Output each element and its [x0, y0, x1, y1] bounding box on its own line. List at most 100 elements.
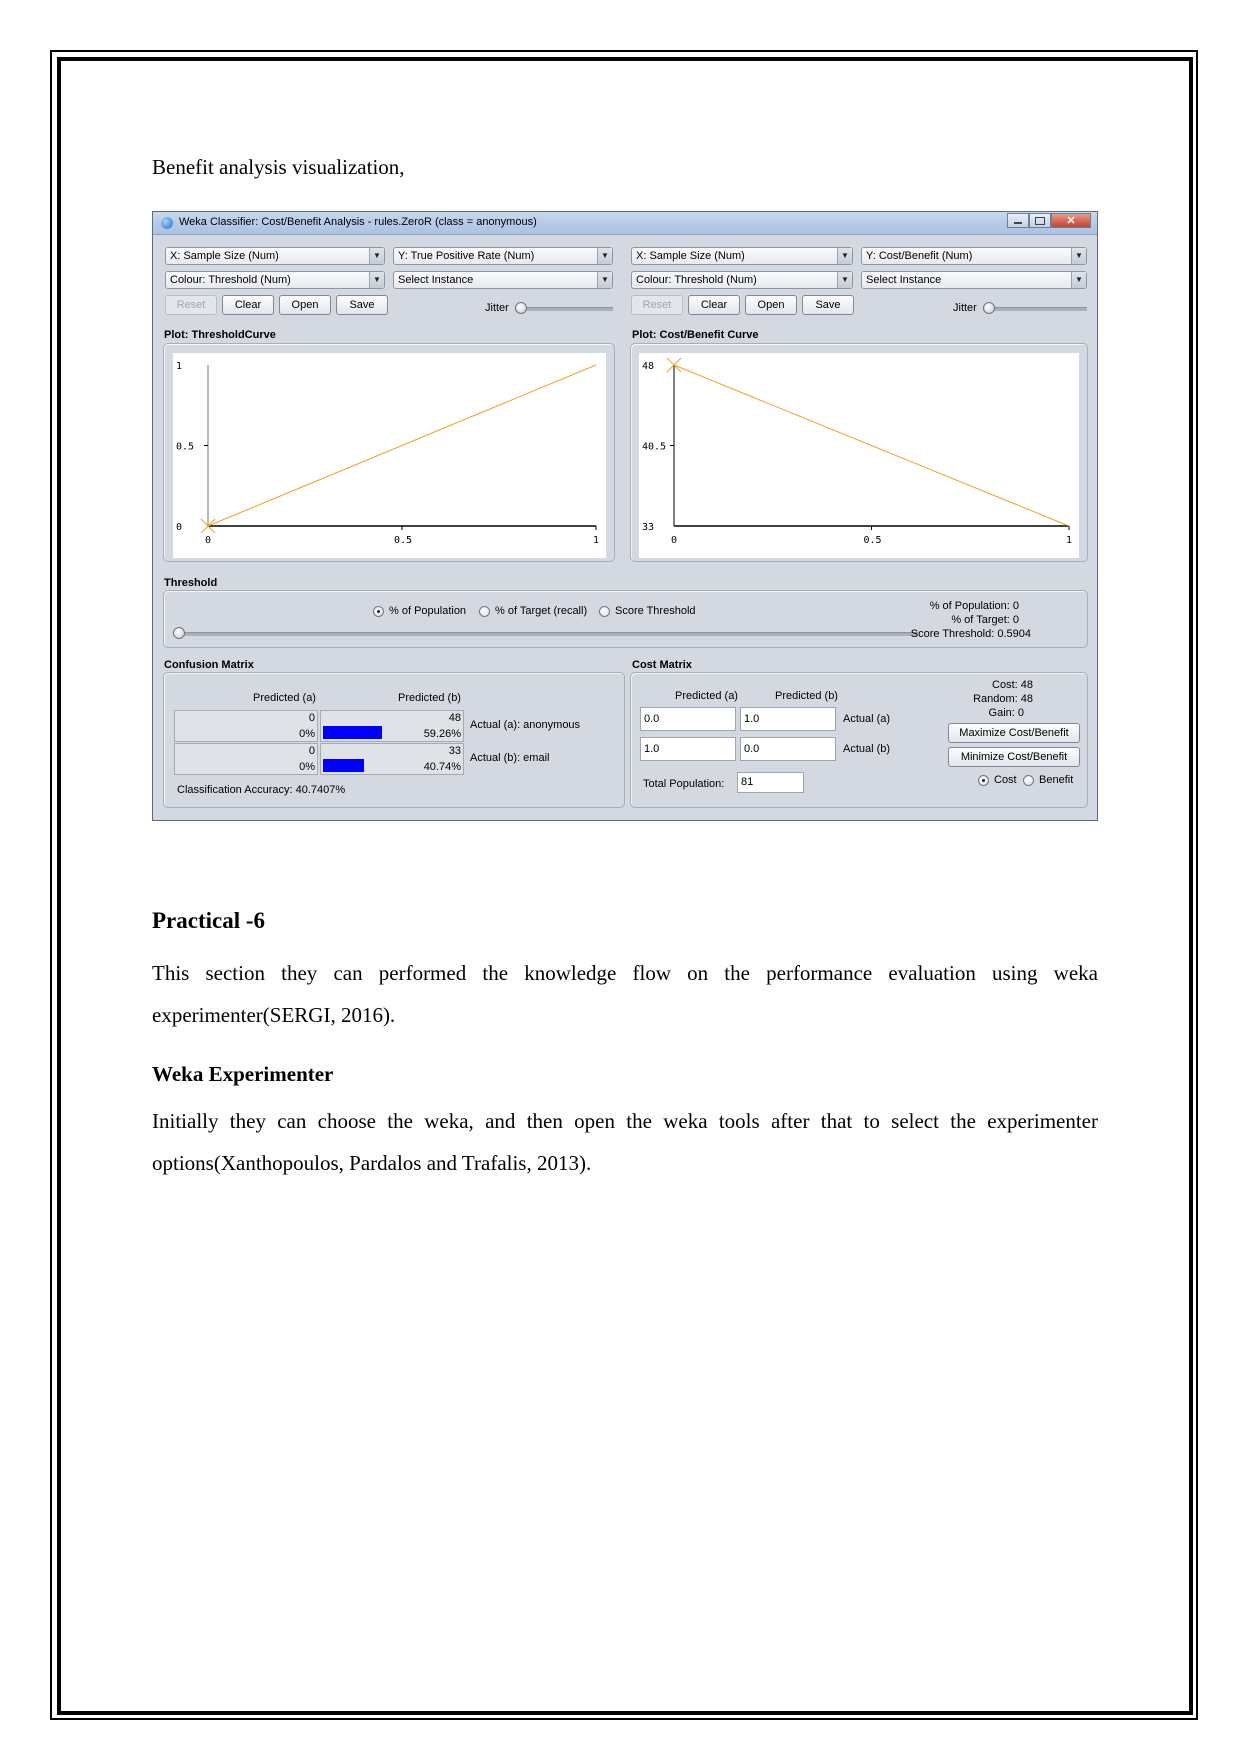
- series-line: [207, 364, 597, 527]
- right-y-axis-select[interactable]: Y: Cost/Benefit (Num) ▼: [861, 247, 1087, 265]
- random-value: Random: 48: [973, 693, 1033, 705]
- radio-cost[interactable]: Cost: [978, 774, 1017, 786]
- left-reset-button[interactable]: Reset: [165, 295, 217, 315]
- right-jitter-slider[interactable]: [983, 307, 1087, 311]
- cm-percent: 0%: [299, 728, 315, 740]
- radio-selected-icon: [373, 605, 384, 617]
- radio-benefit[interactable]: Benefit: [1023, 774, 1073, 786]
- left-x-axis-select[interactable]: X: Sample Size (Num) ▼: [165, 247, 385, 265]
- threshold-curve-plot[interactable]: 0 0.5 1 0 0.5 1: [173, 353, 606, 558]
- radio-pct-target[interactable]: % of Target (recall): [479, 605, 587, 617]
- left-clear-button[interactable]: Clear: [222, 295, 274, 315]
- right-y-axis-label: Y: Cost/Benefit (Num): [866, 250, 973, 262]
- paragraph-weka-experimenter: Initially they can choose the weka, and …: [152, 1109, 1098, 1175]
- x-tick-label: 0.5: [394, 535, 412, 546]
- cost-benefit-curve-plot[interactable]: 0 0.5 1 33 40.5 48: [639, 353, 1079, 558]
- cost-col-header-a: Predicted (a): [675, 690, 738, 702]
- close-icon[interactable]: ✕: [1051, 213, 1091, 228]
- right-colour-label: Colour: Threshold (Num): [636, 274, 757, 286]
- y-tick-label: 0: [176, 522, 182, 533]
- total-population-input[interactable]: 81: [737, 772, 804, 793]
- threshold-slider-knob[interactable]: [173, 627, 185, 639]
- chart-svg: 0 0.5 1 33 40.5 48: [642, 357, 1072, 546]
- threshold-slider[interactable]: [173, 632, 918, 636]
- left-open-button[interactable]: Open: [279, 295, 331, 315]
- cm-col-header-a: Predicted (a): [253, 692, 316, 704]
- cm-count: 0: [308, 745, 315, 757]
- right-jitter-knob[interactable]: [983, 302, 995, 314]
- right-open-button[interactable]: Open: [745, 295, 797, 315]
- classification-accuracy: Classification Accuracy: 40.7407%: [177, 784, 346, 796]
- cost-bb-input[interactable]: 0.0: [740, 737, 836, 761]
- cm-cell-bb: 33 40.74%: [320, 743, 464, 775]
- radio-pct-target-label: % of Target (recall): [495, 605, 588, 617]
- title-bar[interactable]: Weka Classifier: Cost/Benefit Analysis -…: [153, 212, 1097, 235]
- minimize-icon[interactable]: [1007, 213, 1029, 228]
- right-plot-title: Plot: Cost/Benefit Curve: [632, 329, 759, 341]
- radio-unselected-icon: [599, 605, 610, 617]
- radio-selected-icon: [978, 774, 989, 786]
- paragraph-practical: This section they can performed the know…: [152, 961, 1098, 1027]
- radio-score-threshold[interactable]: Score Threshold: [599, 605, 696, 617]
- cm-count: 48: [448, 712, 461, 724]
- left-jitter-knob[interactable]: [515, 302, 527, 314]
- right-clear-button[interactable]: Clear: [688, 295, 740, 315]
- cost-row-label-a: Actual (a): [843, 713, 891, 725]
- left-plot-title: Plot: ThresholdCurve: [164, 329, 276, 341]
- minimize-cost-benefit-button[interactable]: Minimize Cost/Benefit: [948, 747, 1080, 767]
- cost-aa-input[interactable]: 0.0: [640, 707, 736, 731]
- chevron-down-icon: ▼: [1071, 272, 1086, 288]
- cm-percent: 59.26%: [423, 728, 461, 740]
- heading-weka-experimenter: Weka Experimenter: [152, 1062, 334, 1086]
- x-tick-label: 1: [593, 535, 599, 546]
- radio-unselected-icon: [1023, 774, 1034, 786]
- cost-row-label-b: Actual (b): [843, 743, 891, 755]
- x-tick-label: 1: [1066, 535, 1072, 546]
- left-x-axis-label: X: Sample Size (Num): [170, 250, 279, 262]
- cost-value: Cost: 48: [992, 679, 1033, 691]
- cm-count: 33: [448, 745, 461, 757]
- cm-col-header-b: Predicted (b): [398, 692, 461, 704]
- radio-cost-label: Cost: [994, 774, 1017, 786]
- y-tick-label: 40.5: [642, 442, 666, 453]
- chevron-down-icon: ▼: [369, 272, 384, 288]
- right-select-instance[interactable]: Select Instance ▼: [861, 271, 1087, 289]
- threshold-pct-target: % of Target: 0: [951, 614, 1019, 626]
- x-tick-label: 0: [205, 535, 211, 546]
- left-colour-label: Colour: Threshold (Num): [170, 274, 291, 286]
- cm-cell-ba: 0 0%: [174, 743, 318, 775]
- radio-pct-population-label: % of Population: [389, 605, 467, 617]
- cm-row-label-a: Actual (a): anonymous: [470, 719, 581, 731]
- cost-ba-input[interactable]: 1.0: [640, 737, 736, 761]
- cm-bar: [323, 759, 364, 772]
- y-tick-label: 0.5: [176, 442, 194, 453]
- left-select-instance[interactable]: Select Instance ▼: [393, 271, 613, 289]
- left-y-axis-select[interactable]: Y: True Positive Rate (Num) ▼: [393, 247, 613, 265]
- x-tick-label: 0: [671, 535, 677, 546]
- maximize-icon[interactable]: [1029, 213, 1051, 228]
- threshold-score: Score Threshold: 0.5904: [910, 628, 1031, 640]
- threshold-pct-population: % of Population: 0: [929, 600, 1019, 612]
- right-x-axis-select[interactable]: X: Sample Size (Num) ▼: [631, 247, 853, 265]
- chevron-down-icon: ▼: [597, 272, 612, 288]
- cost-col-header-b: Predicted (b): [775, 690, 838, 702]
- weka-icon: [161, 217, 173, 229]
- cm-percent: 40.74%: [423, 761, 461, 773]
- cm-bar: [323, 726, 382, 739]
- y-tick-label: 1: [176, 361, 182, 372]
- chevron-down-icon: ▼: [369, 248, 384, 264]
- left-jitter-label: Jitter: [485, 302, 509, 314]
- right-reset-button[interactable]: Reset: [631, 295, 683, 315]
- left-jitter-slider[interactable]: [515, 307, 613, 311]
- right-colour-select[interactable]: Colour: Threshold (Num) ▼: [631, 271, 853, 289]
- cm-cell-ab: 48 59.26%: [320, 710, 464, 742]
- cm-count: 0: [308, 712, 315, 724]
- maximize-cost-benefit-button[interactable]: Maximize Cost/Benefit: [948, 723, 1080, 743]
- left-colour-select[interactable]: Colour: Threshold (Num) ▼: [165, 271, 385, 289]
- right-save-button[interactable]: Save: [802, 295, 854, 315]
- left-save-button[interactable]: Save: [336, 295, 388, 315]
- cost-ab-input[interactable]: 1.0: [740, 707, 836, 731]
- radio-benefit-label: Benefit: [1039, 774, 1074, 786]
- y-tick-label: 48: [642, 361, 654, 372]
- radio-pct-population[interactable]: % of Population: [373, 605, 466, 617]
